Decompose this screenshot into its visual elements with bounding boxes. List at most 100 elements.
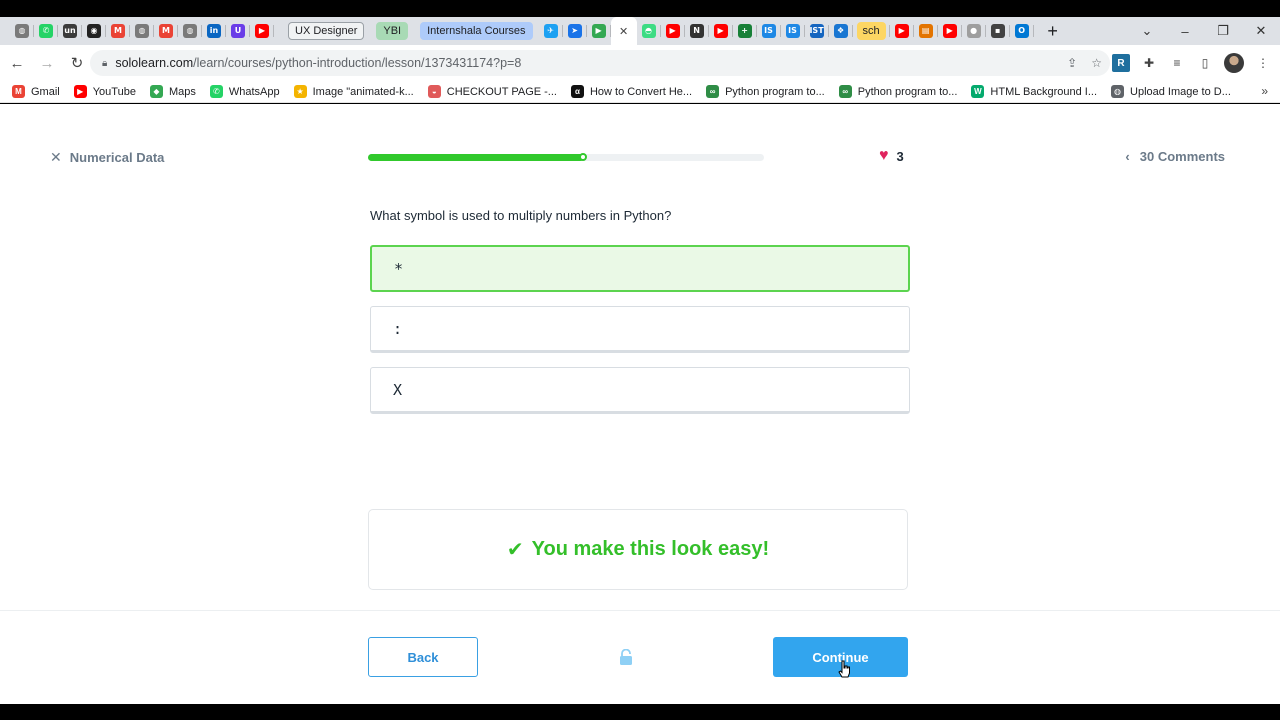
back-arrow-icon[interactable]: ←	[4, 50, 30, 76]
tab-group-pill[interactable]: YBI	[376, 22, 409, 40]
browser-tab[interactable]: ▶	[890, 17, 914, 45]
unacademy-icon: U	[231, 24, 245, 38]
browser-tab[interactable]: ◍	[130, 17, 154, 45]
extension-r-icon[interactable]: R	[1112, 54, 1130, 72]
bookmark-item[interactable]: α How to Convert He...	[570, 85, 693, 98]
extensions-puzzle-icon[interactable]: ✚	[1140, 54, 1158, 72]
browser-tab[interactable]: ▤	[914, 17, 938, 45]
twitter-icon: ✈	[543, 24, 558, 38]
bookmark-label: HTML Background I...	[990, 85, 1098, 98]
close-lesson-button[interactable]: ✕ Numerical Data	[50, 149, 164, 166]
browser-tab[interactable]: ◍	[10, 17, 34, 45]
browser-tab[interactable]: N	[685, 17, 709, 45]
browser-tab[interactable]: M	[106, 17, 130, 45]
restore-button[interactable]: ❐	[1204, 23, 1242, 39]
w3-icon: W	[971, 85, 985, 98]
globe-icon: ◍	[135, 24, 149, 38]
tab-search-chevron-icon[interactable]: ⌄	[1128, 23, 1166, 39]
bookmark-label: How to Convert He...	[589, 85, 693, 98]
browser-tab[interactable]: ✆	[34, 17, 58, 45]
browser-tab[interactable]: ◍	[178, 17, 202, 45]
globe-icon: ◍	[183, 24, 197, 38]
browser-tab[interactable]: M	[154, 17, 178, 45]
browser-menu-icon[interactable]: ⋮	[1254, 54, 1272, 72]
browser-tab[interactable]: ▪	[986, 17, 1010, 45]
bookmark-item[interactable]: M Gmail	[12, 85, 60, 98]
back-button[interactable]: Back	[368, 637, 478, 677]
answer-option-3[interactable]: X	[370, 367, 910, 414]
answer-option-label: :	[393, 319, 403, 338]
youtube-icon: ▶	[255, 24, 269, 38]
bookmark-item[interactable]: ∞ Python program to...	[838, 85, 957, 98]
bookmark-item[interactable]: ∞ Python program to...	[706, 85, 825, 98]
bookmark-item[interactable]: ⬥ Maps	[149, 85, 196, 98]
browser-tab[interactable]: ▶	[250, 17, 274, 45]
network-icon: ❖	[833, 24, 848, 38]
bookmark-item[interactable]: ◍ Upload Image to D...	[1111, 85, 1231, 98]
feedback-text: You make this look easy!	[531, 538, 770, 560]
browser-tab[interactable]: ▶	[938, 17, 962, 45]
checkmark-icon: ✔	[506, 539, 524, 561]
android-icon: ◓	[641, 24, 656, 38]
globe-icon: ◍	[1111, 85, 1125, 98]
browser-tab[interactable]: un	[58, 17, 82, 45]
screen-bottom-edge	[0, 704, 1280, 720]
browser-tab[interactable]: IS	[757, 17, 781, 45]
bookmark-item[interactable]: ◒ CHECKOUT PAGE -...	[427, 85, 557, 98]
more-bookmarks-icon[interactable]: »	[1261, 84, 1268, 98]
browser-tab[interactable]: ▶	[709, 17, 733, 45]
footer-divider	[0, 610, 1280, 611]
bookmark-label: WhatsApp	[228, 85, 280, 98]
circle-icon: ●	[966, 24, 981, 38]
bookmark-item[interactable]: ★ Image "animated-k...	[293, 85, 414, 98]
bookmark-item[interactable]: ✆ WhatsApp	[209, 85, 280, 98]
send-icon: ➤	[567, 24, 582, 38]
browser-tab[interactable]: ▶	[661, 17, 685, 45]
close-window-button[interactable]: ✕	[1242, 23, 1280, 39]
browser-tab[interactable]: in	[202, 17, 226, 45]
tab-group-list: UX Designer YBI Internshala Courses	[282, 22, 539, 40]
browser-tab[interactable]: IS	[781, 17, 805, 45]
browser-tab[interactable]: O	[1010, 17, 1034, 45]
is-icon: IS	[761, 24, 776, 38]
share-icon[interactable]: ⇪	[1067, 56, 1077, 70]
browser-tab[interactable]: ●	[962, 17, 986, 45]
answer-option-2[interactable]: :	[370, 306, 910, 353]
new-tab-button[interactable]: +	[1040, 17, 1066, 45]
whatsapp-icon: ✆	[209, 85, 223, 98]
chart-icon: ▤	[918, 24, 933, 38]
comments-button[interactable]: ‹ 30 Comments	[1125, 149, 1225, 164]
browser-tab[interactable]: ❖	[829, 17, 853, 45]
bookmark-star-icon[interactable]: ☆	[1091, 56, 1102, 70]
side-panel-icon[interactable]: ▯	[1196, 54, 1214, 72]
bookmark-label: Maps	[168, 85, 196, 98]
globe-icon: ◍	[15, 24, 29, 38]
hand-cursor-icon	[838, 660, 850, 678]
bookmark-item[interactable]: W HTML Background I...	[971, 85, 1097, 98]
bookmark-item[interactable]: ▶ YouTube	[73, 85, 136, 98]
browser-tab[interactable]: IST	[805, 17, 829, 45]
active-tab[interactable]: ✕	[610, 17, 637, 45]
browser-tab[interactable]: ◉	[82, 17, 106, 45]
tab-group-pill[interactable]: UX Designer	[288, 22, 365, 40]
browser-tab[interactable]: ➤	[563, 17, 587, 45]
browser-tab[interactable]: +	[733, 17, 757, 45]
play-store-icon: ▶	[591, 24, 606, 38]
forward-arrow-icon[interactable]: →	[34, 50, 60, 76]
browser-tab[interactable]: U	[226, 17, 250, 45]
tab-group-pill[interactable]: Internshala Courses	[420, 22, 533, 40]
star-icon: ★	[293, 85, 307, 98]
linkedin-icon: in	[207, 24, 221, 38]
browser-tab[interactable]: ▶	[587, 17, 611, 45]
media-control-icon[interactable]: ≡	[1168, 54, 1186, 72]
browser-tab[interactable]: ✈	[539, 17, 563, 45]
profile-avatar[interactable]	[1224, 53, 1244, 73]
tab-list-right: ✈ ➤ ▶ ✕ ◓ ▶ N ▶ + IS IS IST ❖ sch ▶ ▤ ▶ ● ▪ O	[539, 17, 1034, 45]
browser-tab[interactable]: ◓	[637, 17, 661, 45]
reload-icon[interactable]: ↻	[64, 50, 90, 76]
browser-tab[interactable]: sch	[853, 17, 890, 45]
minimize-button[interactable]: –	[1166, 24, 1204, 39]
address-bar[interactable]: 🔒︎ sololearn.com/learn/courses/python-in…	[90, 50, 1110, 76]
answer-option-1[interactable]: *	[370, 245, 910, 292]
youtube-icon: ▶	[713, 24, 728, 38]
